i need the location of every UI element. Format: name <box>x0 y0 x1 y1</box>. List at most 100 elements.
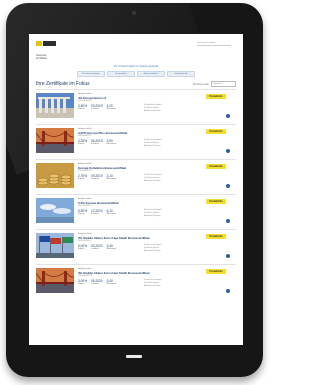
filter-tab[interactable]: Strukturierte Anlage <box>77 71 105 78</box>
product-features: Schutz des Kapitals Jährlicher Kupon Aktie… <box>144 104 162 112</box>
product-isin: DE000A1B2C5 <box>78 170 92 173</box>
product-thumbnail[interactable] <box>36 93 74 119</box>
metric-label: Kupon <box>78 108 85 111</box>
product-info-button[interactable]: Produktinfo <box>206 234 226 240</box>
metric-label: Basiswert <box>106 108 117 111</box>
product-name[interactable]: Europa Kollektion Bonuszertifikat <box>78 166 193 170</box>
info-icon[interactable] <box>226 289 230 294</box>
product-info-button[interactable]: Produktinfo <box>206 199 226 205</box>
metric-label: Kupon <box>78 248 85 251</box>
product-metrics: 5,50% Kupon 12.2019 Laufzeit 5,10 Basiswert <box>78 210 193 216</box>
product-card[interactable]: Anlagezertifikat 3% Stabile Aktien Euro … <box>35 264 236 296</box>
metric-label: Laufzeit <box>91 108 99 111</box>
metric-label: Laufzeit <box>91 213 99 216</box>
product-thumbnail[interactable] <box>35 128 75 154</box>
product-isin: DE000A1B2C8 <box>78 275 92 278</box>
product-features: Schutz des Kapitals Jährlicher Kupon Aktie… <box>144 244 162 252</box>
section-header: Ihre Zertifikate im Fokus Sortieren nach… <box>29 77 243 89</box>
metric-label: Laufzeit <box>91 283 99 286</box>
filter-tab[interactable]: Zinsprodukte <box>107 71 135 78</box>
info-icon[interactable] <box>226 219 230 224</box>
product-isin: DE000A1B2C7 <box>78 240 92 243</box>
metric-label: Basiswert <box>106 178 117 181</box>
tablet-screen: Suchbegriff eingeben Startseite Zertifik… <box>29 34 243 345</box>
filter-tab[interactable]: Anlagezertifikate <box>137 71 165 78</box>
metric: 2,75% Kupon <box>78 175 87 181</box>
product-metrics: 3,00% Kupon 03.2020 Laufzeit 3,40 Basiswert <box>78 245 193 251</box>
product-metrics: 3,25% Kupon 06.2019 Laufzeit 3,90 Basiswert <box>78 140 193 146</box>
metric-label: Kupon <box>78 143 85 146</box>
product-metrics: 3,50% Kupon 03.2019 Laufzeit 4,20 Basiswert <box>78 105 193 111</box>
product-features: Schutz des Kapitals Jährlicher Kupon Aktie… <box>144 139 162 147</box>
metric: 5,50% Kupon <box>78 210 87 216</box>
product-metrics: 3,00% Kupon 06.2020 Laufzeit 3,40 Basiswert <box>78 280 193 286</box>
brand-logo[interactable] <box>36 41 56 46</box>
metric-label: Laufzeit <box>91 143 99 146</box>
breadcrumb: Startseite Zertifikate <box>29 54 243 60</box>
product-info: Anlagezertifikat 5,5% Europa Bonuszertif… <box>78 198 193 216</box>
metric-label: Kupon <box>78 178 85 181</box>
info-icon[interactable] <box>226 114 230 119</box>
metric: 3,25% Kupon <box>78 140 87 146</box>
product-isin: DE000A1B2C3 <box>78 100 92 103</box>
product-card[interactable]: Anlagezertifikat 5,5% Europa Bonuszertif… <box>36 194 236 226</box>
product-name[interactable]: 3,25% Europa Plus Bonuszertifikat <box>78 131 193 135</box>
product-card[interactable]: Anlagezertifikat Europa Kollektion Bonus… <box>36 159 236 191</box>
info-icon[interactable] <box>226 184 230 189</box>
top-bar: Suchbegriff eingeben <box>29 34 243 54</box>
metric: 4,20 Basiswert <box>107 105 116 111</box>
home-button[interactable] <box>126 355 142 358</box>
breadcrumb-item[interactable]: Zertifikate <box>36 57 236 60</box>
metric: 3,00% Kupon <box>78 245 87 251</box>
feature-item: Aktienkorb Europa <box>144 179 161 182</box>
metric-label: Laufzeit <box>91 248 99 251</box>
metric-label: Basiswert <box>106 143 117 146</box>
metric: 3,10 Basiswert <box>107 175 116 181</box>
product-info-button[interactable]: Produktinfo <box>206 94 226 100</box>
product-list: Anlagezertifikat 4% Europa Bonus II DE00… <box>29 89 243 296</box>
product-info: Anlagezertifikat 3% Stabile Aktien Euro … <box>78 233 193 251</box>
product-thumbnail[interactable] <box>36 233 74 259</box>
metric: 3,00% Kupon <box>78 280 87 286</box>
metric-label: Basiswert <box>106 213 117 216</box>
search-input[interactable]: Suchbegriff eingeben <box>197 42 231 46</box>
product-info: Anlagezertifikat 4% Europa Bonus II DE00… <box>78 93 193 111</box>
sort-label: Sortieren nach <box>192 82 209 86</box>
product-info-button[interactable]: Produktinfo <box>206 269 226 275</box>
product-name[interactable]: 3% Stabile Aktien Euro Capt Stabil Bonus… <box>78 236 193 240</box>
metric: 3,40 Basiswert <box>107 245 116 251</box>
feature-item: Aktienkorb Europa <box>144 144 161 147</box>
product-card[interactable]: Anlagezertifikat 3,25% Europa Plus Bonus… <box>35 124 236 156</box>
product-features: Schutz des Kapitals Jährlicher Kupon Aktie… <box>144 209 162 217</box>
product-card[interactable]: Anlagezertifikat 3% Stabile Aktien Euro … <box>36 229 236 261</box>
product-info-button[interactable]: Produktinfo <box>206 129 226 135</box>
product-name[interactable]: 5,5% Europa Bonuszertifikat <box>78 201 193 205</box>
metric: 06.2020 Laufzeit <box>91 280 103 286</box>
sort-select[interactable]: Neueste <box>211 81 236 88</box>
product-card[interactable]: Anlagezertifikat 4% Europa Bonus II DE00… <box>36 89 236 121</box>
feature-item: Aktienkorb Europa <box>144 284 161 287</box>
intro-text: Ihr Finanzmarkt im Fokus gestellt <box>113 64 159 69</box>
section-title: Ihre Zertifikate im Fokus <box>36 81 90 88</box>
product-features: Schutz des Kapitals Jährlicher Kupon Aktie… <box>144 279 162 287</box>
product-features: Schutz des Kapitals Jährlicher Kupon Aktie… <box>144 174 162 182</box>
product-thumbnail[interactable] <box>35 268 75 294</box>
metric: 5,10 Basiswert <box>107 210 116 216</box>
product-name[interactable]: 4% Europa Bonus II <box>78 96 193 100</box>
metric: 3,90 Basiswert <box>107 140 116 146</box>
metric: 12.2019 Laufzeit <box>91 210 103 216</box>
filter-tab[interactable]: Hebelprodukte <box>167 71 195 78</box>
metric-label: Kupon <box>78 283 85 286</box>
product-thumbnail[interactable] <box>36 198 74 224</box>
product-thumbnail[interactable] <box>36 163 74 189</box>
feature-item: Aktienkorb Europa <box>144 109 161 112</box>
info-icon[interactable] <box>226 149 230 154</box>
product-info-button[interactable]: Produktinfo <box>206 164 226 170</box>
metric-label: Basiswert <box>106 283 117 286</box>
product-info: Anlagezertifikat 3% Stabile Aktien Euro … <box>78 268 193 286</box>
metric: 03.2019 Laufzeit <box>91 105 103 111</box>
info-icon[interactable] <box>226 254 230 259</box>
metric: 3,50% Kupon <box>78 105 87 111</box>
tablet-frame: Suchbegriff eingeben Startseite Zertifik… <box>6 3 263 377</box>
product-name[interactable]: 3% Stabile Aktien Euro Capt Stabil Bonus… <box>78 271 193 275</box>
